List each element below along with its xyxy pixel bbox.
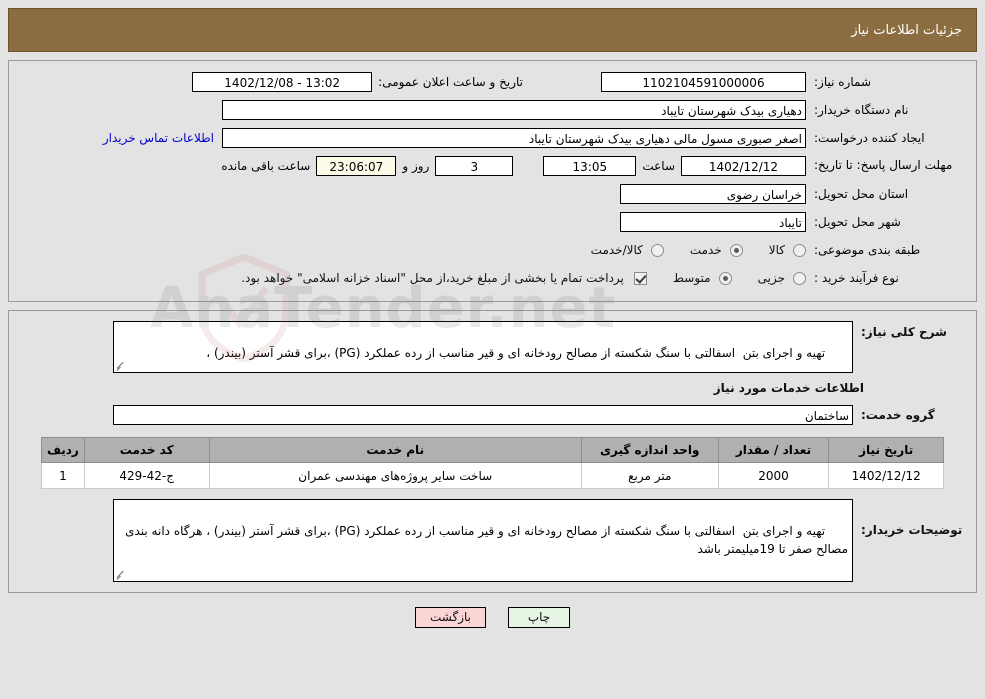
buyer-contact-link[interactable]: اطلاعات تماس خریدار: [103, 131, 214, 145]
service-group-field[interactable]: ساختمان: [113, 405, 853, 425]
radio-label-kala: کالا: [768, 243, 785, 257]
category-label: طبقه بندی موضوعی:: [814, 242, 921, 257]
process-label: نوع فرآیند خرید :: [814, 270, 899, 285]
cell-service-name: ساخت سایر پروژه‌های مهندسی عمران: [208, 462, 582, 489]
buyer-notes-label: توضیحات خریدار:: [861, 523, 963, 537]
requester-label: ایجاد کننده درخواست:: [814, 130, 925, 145]
page-title: جزئیات اطلاعات نیاز: [851, 22, 962, 38]
resize-grip-icon-notes[interactable]: [117, 570, 126, 579]
city-field[interactable]: تایباد: [620, 212, 806, 232]
deadline-time-field[interactable]: 13:05: [543, 156, 637, 176]
th-service-code: کد خدمت: [83, 437, 210, 463]
need-info-panel: شماره نیاز: 1102104591000006 تاریخ و ساع…: [8, 60, 977, 302]
general-description-label: شرح کلی نیاز:: [861, 325, 947, 339]
countdown-field[interactable]: 23:06:07: [316, 156, 397, 176]
city-label: شهر محل تحویل:: [814, 214, 901, 229]
radio-icon-jozyi[interactable]: [793, 271, 806, 285]
table-row: 1402/12/12 2000 متر مربع ساخت سایر پروژه…: [41, 462, 944, 489]
cell-unit: متر مربع: [580, 462, 719, 489]
radio-process-motevaset[interactable]: متوسط: [673, 271, 732, 285]
radio-label-motevaset: متوسط: [672, 271, 711, 285]
th-service-name: نام خدمت: [208, 437, 582, 463]
row-province: استان محل تحویل: خراسان رضوی: [19, 183, 966, 205]
print-button[interactable]: چاپ: [508, 607, 570, 628]
th-need-date: تاریخ نیاز: [828, 437, 944, 463]
radio-icon-khedmat[interactable]: [729, 243, 743, 257]
row-requester: ایجاد کننده درخواست: اصغر صبوری مسول مال…: [19, 127, 966, 149]
radio-icon-kala[interactable]: [793, 243, 806, 257]
footer-actions: چاپ بازگشت: [0, 607, 985, 628]
buyer-org-label: نام دستگاه خریدار:: [814, 102, 909, 117]
need-number-label: شماره نیاز:: [814, 74, 871, 89]
deadline-label: مهلت ارسال پاسخ: تا تاریخ:: [814, 158, 953, 173]
cell-need-date: 1402/12/12: [828, 462, 944, 489]
radio-icon-motevaset[interactable]: [718, 271, 732, 285]
public-announce-label: تاریخ و ساعت اعلان عمومی:: [378, 75, 523, 89]
table-header-row: تاریخ نیاز تعداد / مقدار واحد اندازه گیر…: [41, 437, 944, 463]
row-buyer-notes: توضیحات خریدار: تهیه و اجرای بتن اسفالتی…: [19, 499, 966, 582]
resize-grip-icon[interactable]: [117, 361, 126, 370]
row-city: شهر محل تحویل: تایباد: [19, 211, 966, 233]
th-radif: ردیف: [41, 437, 85, 463]
days-remaining-field[interactable]: 3: [435, 156, 514, 176]
row-deadline: مهلت ارسال پاسخ: تا تاریخ: 1402/12/12 سا…: [19, 155, 966, 177]
province-field[interactable]: خراسان رضوی: [620, 184, 806, 204]
buyer-notes-value: تهیه و اجرای بتن اسفالتی با سنگ شکسته از…: [121, 523, 848, 557]
back-button[interactable]: بازگشت: [415, 607, 486, 628]
buyer-org-field[interactable]: دهیاری بیدک شهرستان تایباد: [222, 100, 806, 120]
radio-label-khedmat: خدمت: [689, 243, 722, 257]
th-quantity: تعداد / مقدار: [717, 437, 830, 463]
details-panel: شرح کلی نیاز: تهیه و اجرای بتن اسفالتی ب…: [8, 310, 977, 593]
radio-label-jozyi: جزیی: [757, 271, 785, 285]
page-header: جزئیات اطلاعات نیاز: [8, 8, 977, 52]
hour-label: ساعت: [642, 159, 675, 173]
public-announce-field[interactable]: 13:02 - 1402/12/08: [192, 72, 373, 92]
cell-quantity: 2000: [717, 462, 830, 489]
deadline-date-field[interactable]: 1402/12/12: [681, 156, 806, 176]
row-service-group: گروه خدمت: ساختمان: [19, 405, 966, 425]
cell-service-code: ج-42-429: [83, 462, 210, 489]
services-table: تاریخ نیاز تعداد / مقدار واحد اندازه گیر…: [41, 437, 944, 489]
radio-icon-kala-khedmat[interactable]: [650, 243, 664, 257]
service-group-label: گروه خدمت:: [861, 408, 935, 422]
row-general-description: شرح کلی نیاز: تهیه و اجرای بتن اسفالتی ب…: [19, 321, 966, 373]
requester-field[interactable]: اصغر صبوری مسول مالی دهیاری بیدک شهرستان…: [222, 128, 806, 148]
radio-label-kala-khedmat: کالا/خدمت: [590, 243, 643, 257]
radio-category-khedmat[interactable]: خدمت: [690, 243, 743, 257]
checkbox-icon-treasury[interactable]: [633, 271, 647, 285]
row-process: نوع فرآیند خرید : جزیی متوسط پرداخت تمام…: [19, 267, 966, 289]
radio-category-kala-khedmat[interactable]: کالا/خدمت: [591, 243, 664, 257]
row-buyer-org: نام دستگاه خریدار: دهیاری بیدک شهرستان ت…: [19, 99, 966, 121]
need-number-field[interactable]: 1102104591000006: [601, 72, 806, 92]
radio-process-jozyi[interactable]: جزیی: [758, 271, 806, 285]
th-unit: واحد اندازه گیری: [580, 437, 719, 463]
treasury-text: پرداخت تمام یا بخشی از مبلغ خرید،از محل …: [241, 271, 624, 285]
general-description-textarea[interactable]: تهیه و اجرای بتن اسفالتی با سنگ شکسته از…: [113, 321, 853, 373]
radio-category-kala[interactable]: کالا: [769, 243, 806, 257]
row-need-number: شماره نیاز: 1102104591000006 تاریخ و ساع…: [19, 71, 966, 93]
row-category: طبقه بندی موضوعی: کالا خدمت کالا/خدمت: [19, 239, 966, 261]
treasury-checkbox-group[interactable]: پرداخت تمام یا بخشی از مبلغ خرید،از محل …: [241, 271, 647, 285]
cell-radif: 1: [41, 462, 85, 489]
general-description-value: تهیه و اجرای بتن اسفالتی با سنگ شکسته از…: [206, 345, 826, 360]
days-and-label: روز و: [402, 159, 430, 173]
remaining-hours-label: ساعت باقی مانده: [221, 159, 311, 173]
province-label: استان محل تحویل:: [814, 186, 909, 201]
services-section-title: اطلاعات خدمات مورد نیاز: [713, 381, 864, 395]
buyer-notes-textarea[interactable]: تهیه و اجرای بتن اسفالتی با سنگ شکسته از…: [113, 499, 853, 582]
